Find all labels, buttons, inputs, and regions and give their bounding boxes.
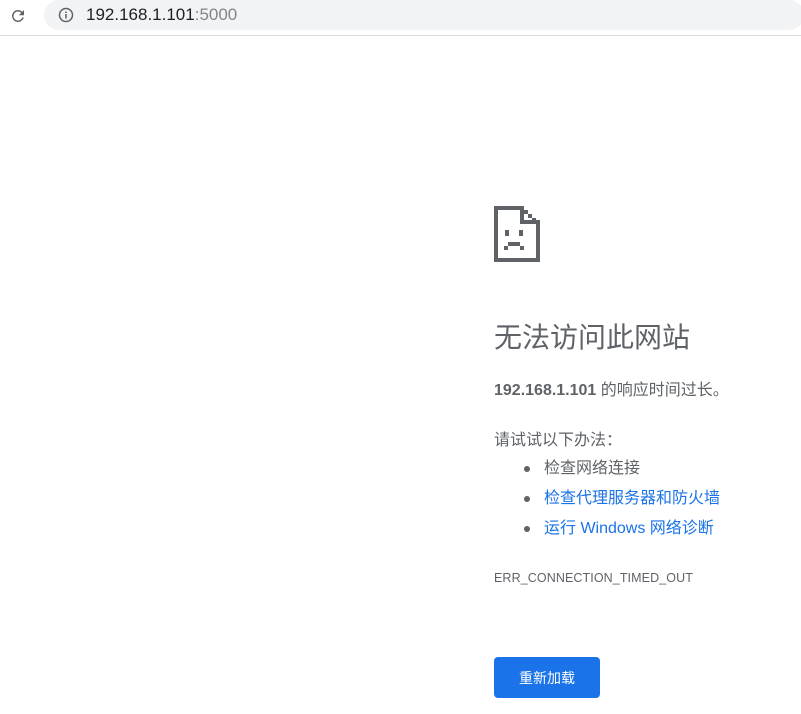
address-bar[interactable]: 192.168.1.101:5000 (44, 0, 801, 30)
browser-toolbar: 192.168.1.101:5000 (0, 0, 801, 36)
info-icon[interactable] (58, 7, 74, 23)
url-text[interactable]: 192.168.1.101:5000 (86, 5, 237, 25)
sad-page-icon (494, 206, 540, 262)
error-host: 192.168.1.101 (494, 382, 597, 399)
reload-button[interactable]: 重新加载 (494, 657, 600, 698)
suggestion-list: 检查网络连接 检查代理服务器和防火墙 运行 Windows 网络诊断 (494, 458, 720, 548)
suggestion-check-proxy[interactable]: 检查代理服务器和防火墙 (494, 488, 720, 518)
suggestion-check-network: 检查网络连接 (494, 458, 720, 488)
reload-icon (11, 9, 24, 22)
error-description: 192.168.1.101 的响应时间过长。 (494, 380, 729, 402)
url-host: 192.168.1.101 (86, 5, 195, 24)
suggestion-run-diagnostics[interactable]: 运行 Windows 网络诊断 (494, 518, 720, 548)
suggestion-label: 检查网络连接 (544, 460, 641, 477)
try-label: 请试试以下办法： (494, 432, 623, 449)
reload-browser-button[interactable] (6, 5, 30, 27)
error-title: 无法访问此网站 (494, 322, 691, 353)
run-diagnostics-link[interactable]: 运行 Windows 网络诊断 (544, 520, 714, 537)
check-proxy-link[interactable]: 检查代理服务器和防火墙 (544, 490, 720, 507)
error-code: ERR_CONNECTION_TIMED_OUT (494, 571, 693, 585)
url-port: :5000 (194, 5, 238, 24)
error-description-suffix: 的响应时间过长。 (596, 382, 729, 399)
